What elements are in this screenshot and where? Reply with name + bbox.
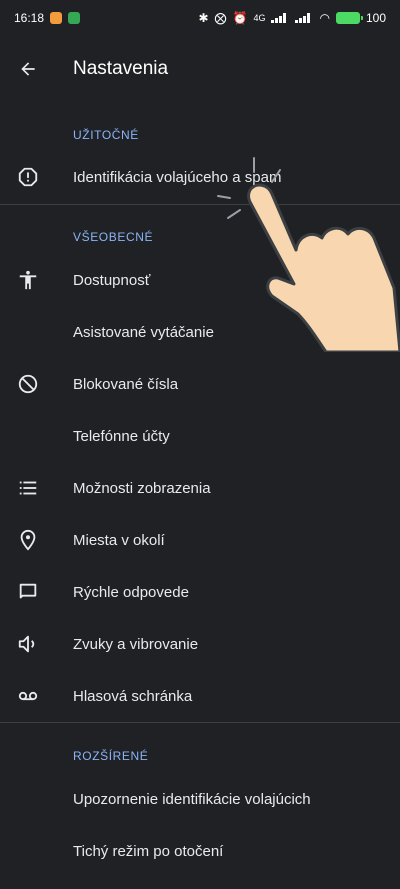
settings-item-voicemail[interactable]: Hlasová schránka [0, 670, 400, 722]
alarm-icon: ⏰ [232, 11, 248, 25]
status-right: ✱ ⨂ ⏰ 4G ◠ 100 [198, 11, 386, 25]
settings-item-assisted-dialing[interactable]: Asistované vytáčanie [0, 306, 400, 358]
divider [0, 204, 400, 205]
settings-item-label: Zvuky a vibrovanie [73, 635, 199, 653]
section-header-useful: UŽITOČNÉ [73, 128, 139, 142]
section-header-general: VŠEOBECNÉ [73, 230, 154, 244]
settings-item-label: Identifikácia volajúceho a spam [73, 168, 282, 186]
warning-circle-icon [16, 165, 40, 189]
notification-app-icon [68, 12, 81, 24]
settings-item-nearby-places[interactable]: Miesta v okolí [0, 514, 400, 566]
notification-app-icon [50, 12, 63, 24]
settings-item-blocked-numbers[interactable]: Blokované čísla [0, 358, 400, 410]
accessibility-icon [16, 268, 40, 292]
location-pin-icon [16, 528, 40, 552]
settings-item-display-options[interactable]: Možnosti zobrazenia [0, 462, 400, 514]
battery-icon [335, 12, 363, 24]
chat-bubble-icon [16, 580, 40, 604]
settings-item-label: Možnosti zobrazenia [73, 479, 211, 497]
status-bar: 16:18 ✱ ⨂ ⏰ 4G ◠ 100 [0, 0, 400, 36]
signal-icon [271, 13, 289, 23]
wifi-icon: ◠ [319, 11, 330, 25]
speaker-icon [16, 632, 40, 656]
settings-item-label: Upozornenie identifikácie volajúcich [73, 790, 311, 808]
page-title: Nastavenia [73, 58, 169, 79]
settings-item-label: Rýchle odpovede [73, 583, 189, 601]
block-icon [16, 372, 40, 396]
settings-item-caller-id-spam[interactable]: Identifikácia volajúceho a spam [0, 151, 400, 203]
status-left: 16:18 [14, 11, 81, 25]
silent-icon: ⨂ [214, 11, 227, 25]
app-bar: Nastavenia [0, 36, 400, 102]
section-header-advanced: ROZŠÍRENÉ [73, 749, 149, 763]
settings-item-flip-to-silence[interactable]: Tichý režim po otočení [0, 825, 400, 877]
settings-item-label: Dostupnosť [73, 271, 151, 289]
settings-item-label: Telefónne účty [73, 427, 170, 445]
settings-item-label: Miesta v okolí [73, 531, 165, 549]
network-badge: 4G [253, 13, 266, 23]
arrow-back-icon [21, 62, 35, 76]
bluetooth-icon: ✱ [198, 11, 209, 25]
status-time: 16:18 [14, 11, 45, 25]
settings-item-label: Hlasová schránka [73, 687, 193, 705]
settings-item-phone-accounts[interactable]: Telefónne účty [0, 410, 400, 462]
settings-item-caller-id-announcement[interactable]: Upozornenie identifikácie volajúcich [0, 773, 400, 825]
settings-item-label: Asistované vytáčanie [73, 323, 214, 341]
settings-item-label: Tichý režim po otočení [73, 842, 224, 860]
list-icon [16, 476, 40, 500]
back-button[interactable] [0, 41, 56, 97]
settings-item-label: Blokované čísla [73, 375, 179, 393]
settings-item-quick-responses[interactable]: Rýchle odpovede [0, 566, 400, 618]
signal-icon [295, 13, 313, 23]
settings-item-accessibility[interactable]: Dostupnosť [0, 254, 400, 306]
voicemail-icon [16, 684, 40, 708]
divider [0, 722, 400, 723]
settings-item-sounds-vibration[interactable]: Zvuky a vibrovanie [0, 618, 400, 670]
battery-percent: 100 [365, 11, 386, 25]
